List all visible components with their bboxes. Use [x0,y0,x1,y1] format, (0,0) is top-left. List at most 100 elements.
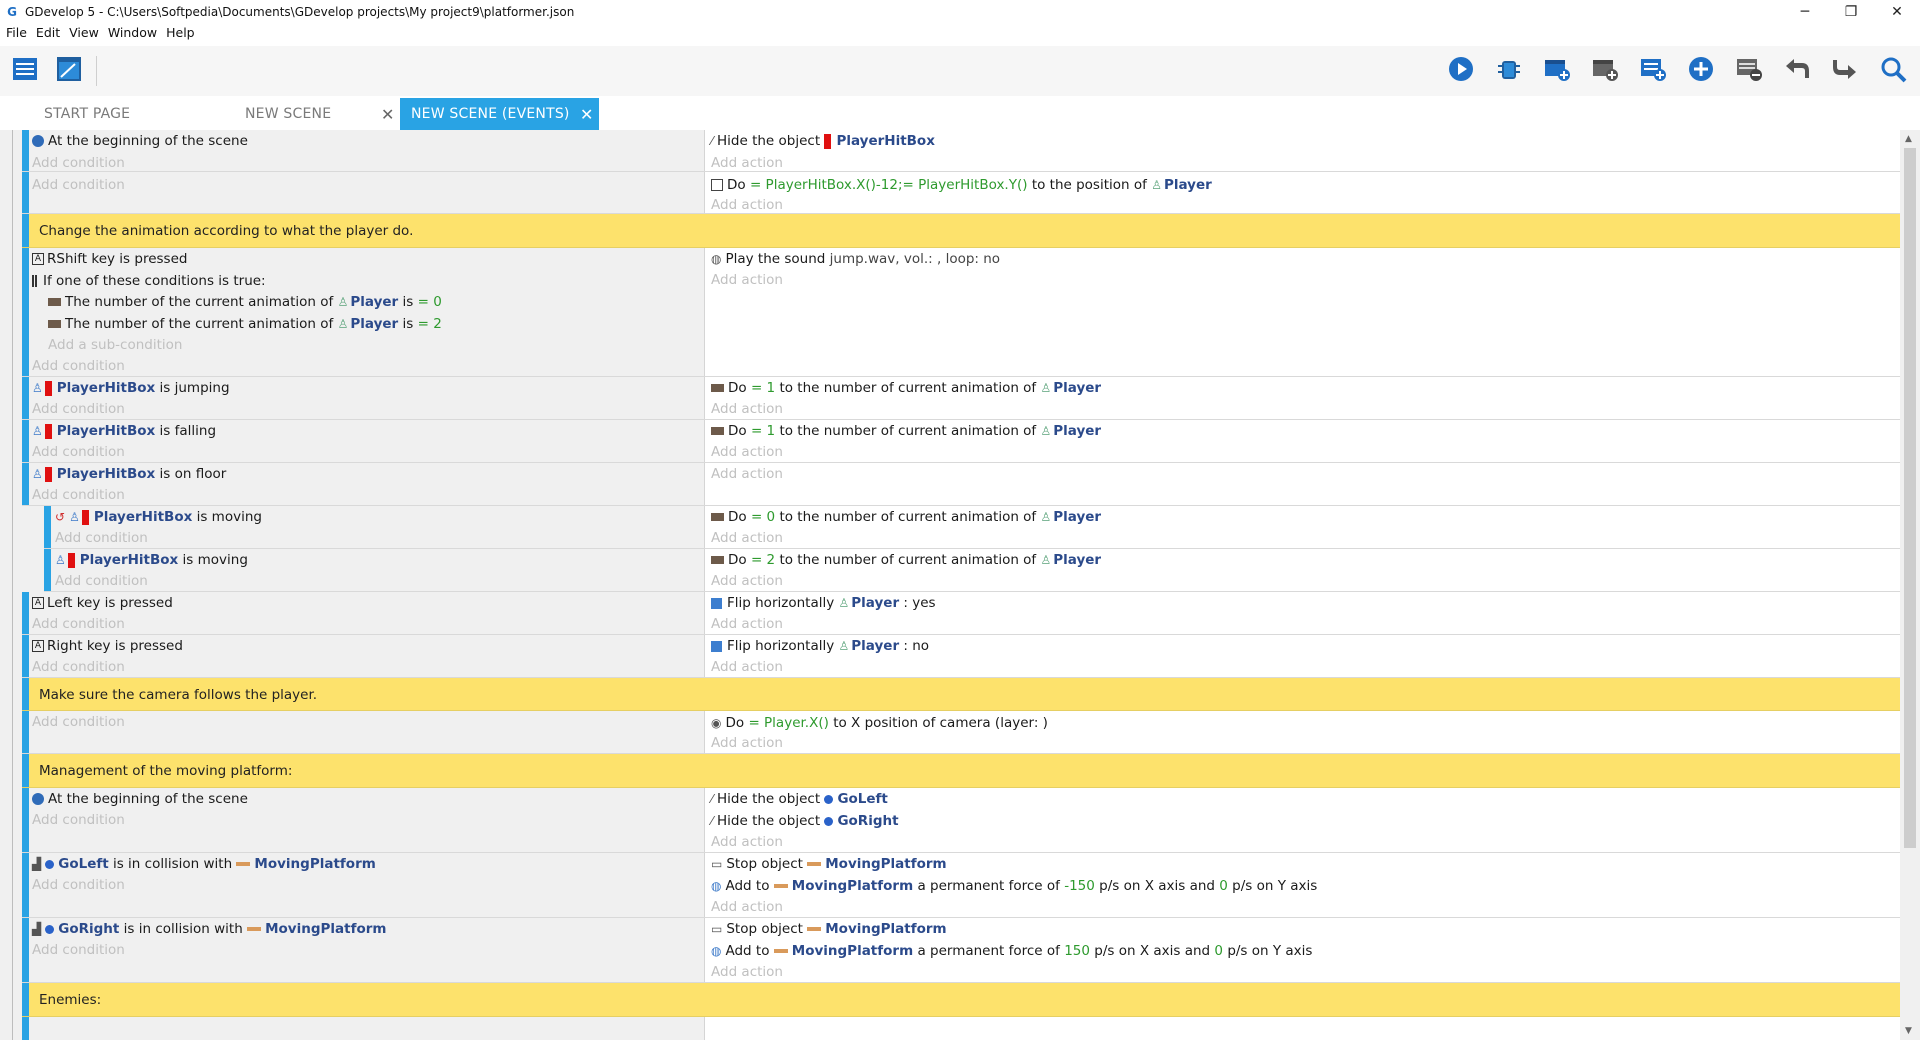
sub-event-row[interactable]: ↺ ♙ PlayerHitBox is moving Add condition… [44,506,1900,549]
condition[interactable]: ▟ GoLeft is in collision with MovingPlat… [32,855,376,873]
maximize-button[interactable]: ❐ [1828,0,1874,24]
tab-new-scene[interactable]: NEW SCENE ✕ [245,98,394,130]
action[interactable]: ◍ Add to MovingPlatform a permanent forc… [711,942,1312,960]
event-drag-handle[interactable] [22,248,29,376]
close-icon[interactable]: ✕ [580,105,594,124]
menu-help[interactable]: Help [166,25,195,40]
comment-text[interactable]: Change the animation according to what t… [39,223,413,239]
event-drag-handle[interactable] [22,678,29,710]
action[interactable]: ◍ Play the sound jump.wav, vol.: , loop:… [711,250,1000,268]
condition[interactable]: ↺ ♙ PlayerHitBox is moving [55,508,262,526]
condition[interactable]: A Right key is pressed [32,637,183,655]
event-row[interactable]: Add condition ◉ Do = Player.X() to X pos… [22,711,1900,754]
vertical-scrollbar[interactable]: ▲ ▼ [1900,130,1920,1040]
scroll-down-arrow-icon[interactable]: ▼ [1905,1026,1912,1036]
add-condition-link[interactable]: Add condition [32,486,125,504]
event-drag-handle[interactable] [44,549,51,591]
event-drag-handle[interactable] [22,592,29,634]
scroll-thumb[interactable] [1904,148,1916,848]
add-condition-link[interactable]: Add condition [32,615,125,633]
action[interactable]: ⁄ Hide the object GoRight [711,812,899,830]
comment-event[interactable]: Change the animation according to what t… [22,214,1900,248]
sub-event-row[interactable]: ♙ PlayerHitBox is moving Add condition D… [44,549,1900,592]
condition[interactable]: A RShift key is pressed [32,250,187,268]
add-action-link[interactable]: Add action [711,898,783,916]
add-action-link[interactable]: Add action [711,154,783,172]
condition[interactable]: At the beginning of the scene [32,790,248,808]
menu-edit[interactable]: Edit [36,25,60,40]
add-event-button[interactable] [1540,52,1574,86]
action[interactable]: Do = 0 to the number of current animatio… [711,508,1101,526]
event-drag-handle[interactable] [22,214,29,247]
event-drag-handle[interactable] [22,1017,29,1040]
condition[interactable]: At the beginning of the scene [32,132,248,150]
action[interactable]: ⁄ Hide the object GoLeft [711,790,888,808]
event-row[interactable]: Add condition Do = PlayerHitBox.X()-12; … [22,172,1900,214]
undo-button[interactable] [1780,52,1814,86]
condition[interactable]: ♙ PlayerHitBox is on floor [32,465,226,483]
event-drag-handle[interactable] [22,635,29,677]
event-drag-handle[interactable] [22,754,29,787]
menu-window[interactable]: Window [108,25,157,40]
event-row[interactable]: ▟ GoRight is in collision with MovingPla… [22,918,1900,983]
add-subevent-button[interactable] [1588,52,1622,86]
action[interactable]: ▭ Stop object MovingPlatform [711,920,947,938]
event-row[interactable]: ♙ PlayerHitBox is falling Add condition … [22,420,1900,463]
event-drag-handle[interactable] [22,918,29,982]
add-instruction-button[interactable] [1684,52,1718,86]
action[interactable]: Do = 2 to the number of current animatio… [711,551,1101,569]
search-button[interactable] [1876,52,1910,86]
close-icon[interactable]: ✕ [381,105,395,124]
event-drag-handle[interactable] [22,172,29,213]
event-row[interactable] [22,1017,1900,1040]
event-drag-handle[interactable] [22,983,29,1016]
add-action-link[interactable]: Add action [711,465,783,483]
event-drag-handle[interactable] [22,420,29,462]
action[interactable]: Do = 1 to the number of current animatio… [711,422,1101,440]
comment-event[interactable]: Management of the moving platform: [22,754,1900,788]
comment-event[interactable]: Make sure the camera follows the player. [22,678,1900,711]
add-action-link[interactable]: Add action [711,529,783,547]
add-action-link[interactable]: Add action [711,271,783,289]
add-subcondition-link[interactable]: Add a sub-condition [48,336,182,354]
add-condition-link[interactable]: Add condition [32,400,125,418]
comment-text[interactable]: Make sure the camera follows the player. [39,687,317,703]
menu-file[interactable]: File [6,25,27,40]
event-drag-handle[interactable] [22,788,29,852]
condition[interactable]: ▟ GoRight is in collision with MovingPla… [32,920,386,938]
action[interactable]: Flip horizontally ♙ Player : no [711,637,929,655]
add-action-link[interactable]: Add action [711,734,783,752]
event-row[interactable]: ♙ PlayerHitBox is jumping Add condition … [22,377,1900,420]
action[interactable]: ⁄ Hide the object PlayerHitBox [711,132,935,150]
add-action-link[interactable]: Add action [711,963,783,981]
event-drag-handle[interactable] [22,130,29,171]
project-manager-button[interactable] [8,52,42,86]
event-drag-handle[interactable] [22,711,29,753]
add-condition-link[interactable]: Add condition [32,357,125,375]
action[interactable]: ◍ Add to MovingPlatform a permanent forc… [711,877,1317,895]
add-condition-link[interactable]: Add condition [32,658,125,676]
add-action-link[interactable]: Add action [711,615,783,633]
condition[interactable]: ♙ PlayerHitBox is falling [32,422,216,440]
event-row[interactable]: A Right key is pressed Add condition Fli… [22,635,1900,678]
redo-button[interactable] [1828,52,1862,86]
add-condition-link[interactable]: Add condition [32,176,125,194]
add-action-link[interactable]: Add action [711,400,783,418]
sub-condition[interactable]: The number of the current animation of ♙… [48,293,442,311]
menu-view[interactable]: View [69,25,99,40]
event-drag-handle[interactable] [22,463,29,505]
tab-start-page[interactable]: START PAGE [44,98,130,130]
tab-new-scene-events[interactable]: NEW SCENE (EVENTS) ✕ [400,98,599,130]
add-comment-button[interactable] [1636,52,1670,86]
event-row[interactable]: At the beginning of the scene Add condit… [22,130,1900,172]
add-action-link[interactable]: Add action [711,658,783,676]
action[interactable]: ◉ Do = Player.X() to X position of camer… [711,714,1048,732]
event-drag-handle[interactable] [44,506,51,548]
add-action-link[interactable]: Add action [711,572,783,590]
condition-or[interactable]: If one of these conditions is true: [32,272,266,290]
delete-selection-button[interactable] [1732,52,1766,86]
event-row[interactable]: At the beginning of the scene Add condit… [22,788,1900,853]
scroll-up-arrow-icon[interactable]: ▲ [1905,134,1912,144]
preview-button[interactable] [1444,52,1478,86]
condition[interactable]: A Left key is pressed [32,594,173,612]
